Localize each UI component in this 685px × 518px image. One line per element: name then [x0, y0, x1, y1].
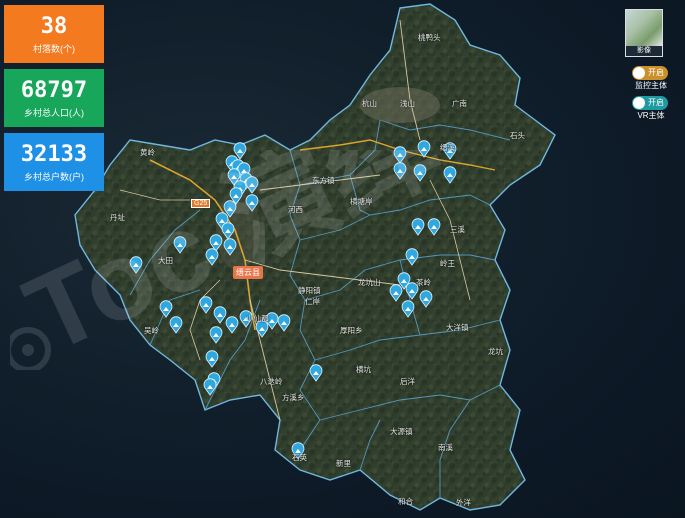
basemap-switcher[interactable]: 影像 — [625, 9, 663, 57]
population-label: 乡村总人口(人) — [24, 108, 84, 118]
place-label: 南溪 — [438, 443, 453, 452]
place-label: 八迭岭 — [260, 377, 283, 386]
place-label: 茶岭 — [416, 278, 431, 287]
place-label: 大源镇 — [390, 427, 413, 436]
place-label: 新里 — [336, 459, 351, 468]
place-label: 桃鸭头 — [418, 33, 441, 42]
place-label: 大洋镇 — [446, 323, 469, 332]
place-label: 吴岭 — [144, 326, 159, 335]
place-label: 广南 — [452, 99, 467, 108]
place-label: 后洋 — [400, 377, 415, 386]
county-boundary — [74, 3, 556, 511]
place-label: 丹址 — [110, 213, 125, 222]
place-label: 杭山 — [362, 99, 377, 108]
place-label: 三溪 — [450, 225, 465, 234]
place-label: 静阳镇 — [298, 286, 321, 295]
place-label: 横坑 — [356, 365, 371, 374]
place-label: 黄岭 — [140, 148, 155, 157]
place-label: 外洋 — [456, 498, 471, 507]
households-count: 32133 — [20, 142, 88, 167]
villages-count: 38 — [40, 14, 68, 39]
place-label: 龙坑山 — [358, 278, 381, 287]
satellite-thumbnail — [626, 10, 662, 46]
place-label: 横塘岸 — [350, 197, 373, 206]
monitor-toggle-state: 开启 — [648, 68, 664, 77]
monitor-toggle-label: 监控主体 — [635, 81, 667, 90]
place-label: 方溪乡 — [282, 393, 305, 402]
toggle-knob — [633, 97, 645, 109]
villages-label: 村落数(个) — [33, 44, 75, 54]
place-label: 厚阳乡 — [340, 326, 363, 335]
population-count: 68797 — [20, 78, 88, 103]
highway-shield: G25 — [191, 199, 211, 208]
stat-card-population: 68797 乡村总人口(人) — [4, 69, 104, 127]
place-label: 浅山 — [400, 99, 415, 108]
place-label: 龙坑 — [488, 347, 503, 356]
vr-toggle-label: VR主体 — [637, 111, 665, 120]
vr-toggle-state: 开启 — [648, 98, 664, 107]
county-seat-badge[interactable]: 缙云县 — [233, 266, 263, 279]
place-label: 岭王 — [440, 259, 455, 268]
households-label: 乡村总户数(户) — [24, 172, 84, 182]
place-label: 和合 — [398, 497, 413, 506]
map-view[interactable]: Toc 演绎 38 村落数(个) 68797 乡村总人口(人) 32133 乡村… — [0, 0, 685, 518]
stat-card-households: 32133 乡村总户数(户) — [4, 133, 104, 191]
stat-card-villages: 38 村落数(个) — [4, 5, 104, 63]
place-label: 仁岸 — [305, 297, 320, 306]
place-label: 河西 — [288, 205, 303, 214]
place-label: 东方镇 — [312, 176, 335, 185]
basemap-label: 影像 — [626, 46, 662, 56]
monitor-toggle[interactable]: 开启 — [632, 66, 668, 80]
place-label: 缙溪 — [440, 143, 455, 152]
place-label: 石英 — [292, 453, 307, 462]
place-label: 大田 — [158, 256, 173, 265]
toggle-knob — [633, 67, 645, 79]
vr-toggle[interactable]: 开启 — [632, 96, 668, 110]
place-label: 石头 — [510, 131, 525, 140]
place-label: 小仙都 — [246, 314, 269, 323]
